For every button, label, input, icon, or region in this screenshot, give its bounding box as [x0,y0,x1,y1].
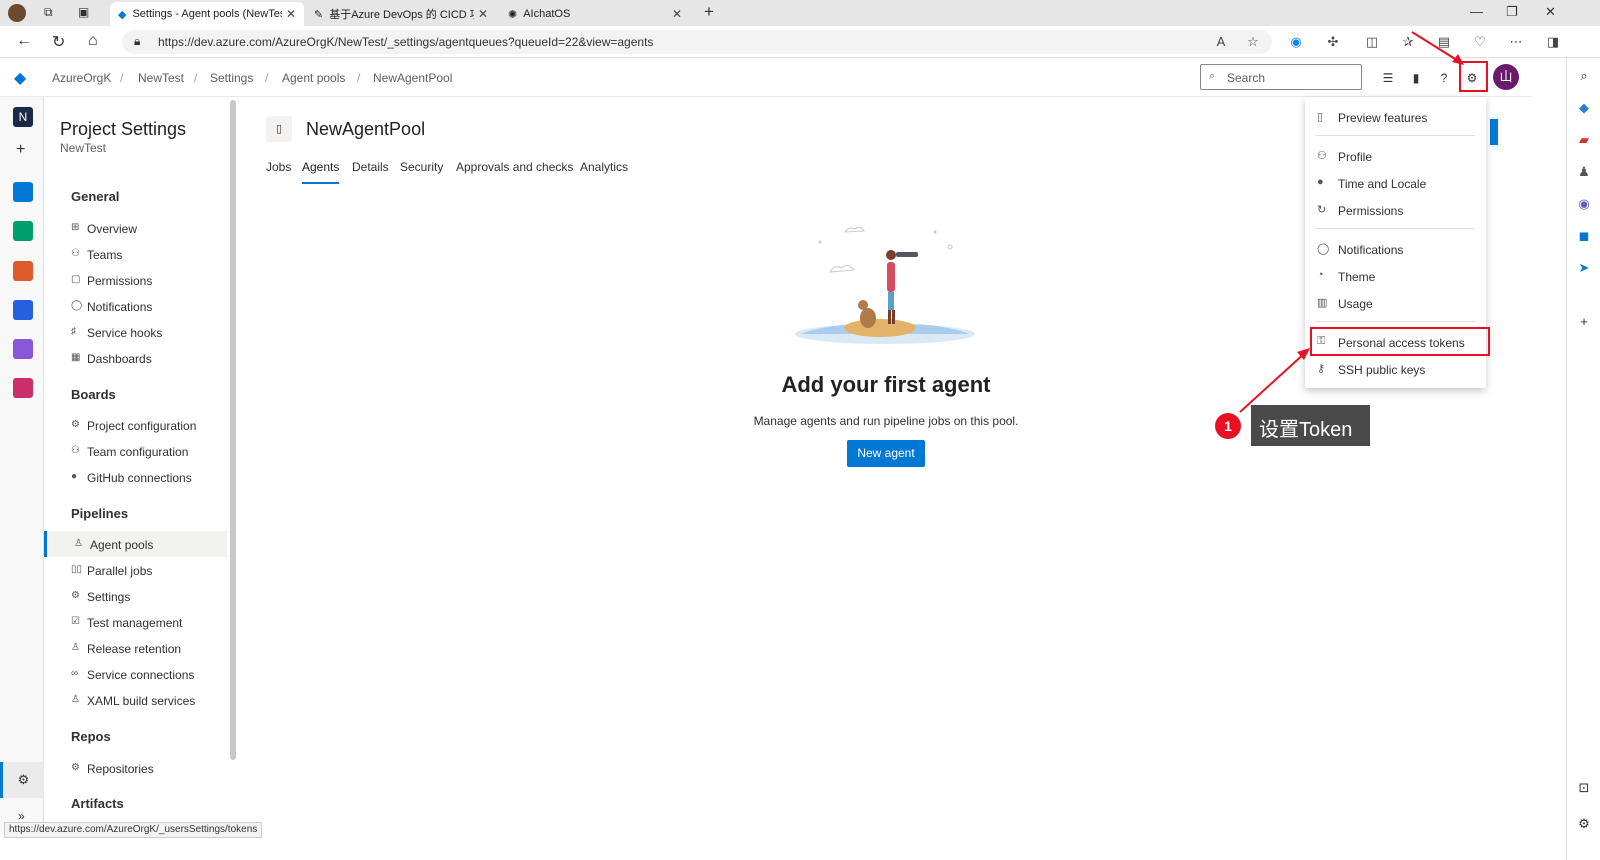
annotation-number-badge: 1 [1215,413,1241,439]
status-bar-url: https://dev.azure.com/AzureOrgK/_usersSe… [4,822,263,838]
annotation-callout: 设置Token [1251,405,1370,446]
